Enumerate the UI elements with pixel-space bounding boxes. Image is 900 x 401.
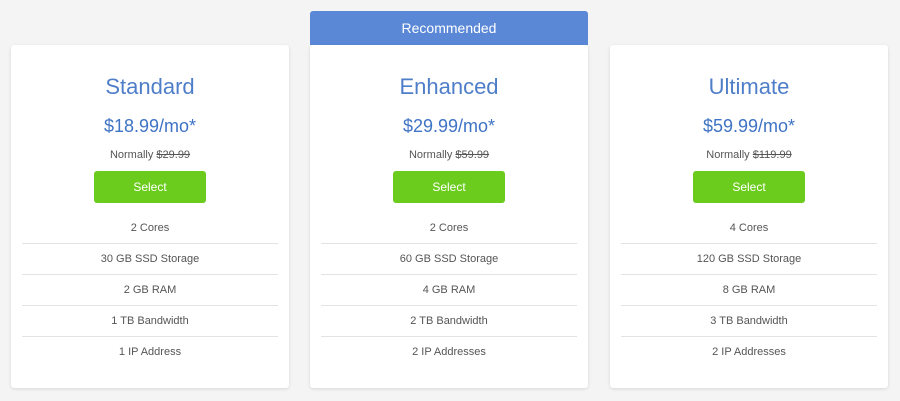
feature-item: 4 GB RAM [321, 275, 577, 306]
feature-item: 2 TB Bandwidth [321, 306, 577, 337]
feature-list: 2 Cores 60 GB SSD Storage 4 GB RAM 2 TB … [321, 213, 577, 368]
feature-item: 30 GB SSD Storage [22, 244, 278, 275]
original-price: $119.99 [752, 149, 792, 161]
plan-card-standard: Standard $18.99/mo* Normally $29.99 Sele… [11, 45, 289, 388]
feature-item: 8 GB RAM [621, 275, 877, 306]
feature-item: 2 IP Addresses [712, 346, 786, 358]
plan-name: Enhanced [399, 74, 499, 99]
feature-item: 1 IP Address [118, 346, 182, 358]
feature-item: 120 GB SSD Storage [621, 244, 877, 275]
feature-item: 2 GB RAM [22, 275, 278, 306]
feature-item: 3 TB Bandwidth [621, 306, 877, 337]
plan-price: $59.99/mo* [702, 116, 796, 136]
plan-name: Ultimate [708, 74, 790, 99]
normal-price-line: Normally $119.99 [610, 148, 888, 162]
select-ultimate-button[interactable]: Select [693, 171, 805, 203]
feature-item: 2 Cores [22, 213, 278, 244]
feature-item: 1 TB Bandwidth [22, 306, 278, 337]
plan-card-ultimate: Ultimate $59.99/mo* Normally $119.99 Sel… [610, 45, 888, 388]
normally-label: Normally [408, 149, 453, 161]
feature-item: 2 IP Addresses [412, 346, 486, 358]
original-price: $29.99 [156, 149, 191, 161]
select-enhanced-button[interactable]: Select [393, 171, 505, 203]
feature-list: 2 Cores 30 GB SSD Storage 2 GB RAM 1 TB … [22, 213, 278, 368]
normal-price-line: Normally $59.99 [310, 148, 588, 162]
feature-item: 2 Cores [321, 213, 577, 244]
normal-price-line: Normally $29.99 [11, 148, 289, 162]
normally-label: Normally [706, 149, 750, 161]
plan-card-enhanced: Enhanced $29.99/mo* Normally $59.99 Sele… [310, 45, 588, 388]
select-standard-button[interactable]: Select [94, 171, 206, 203]
normally-label: Normally [109, 149, 154, 161]
feature-item: 60 GB SSD Storage [321, 244, 577, 275]
plan-price: $18.99/mo* [103, 116, 197, 136]
original-price: $59.99 [455, 149, 490, 161]
plan-price: $29.99/mo* [402, 116, 496, 136]
feature-item: 4 Cores [621, 213, 877, 244]
recommended-banner: Recommended [310, 11, 588, 45]
pricing-plans: Recommended Standard $18.99/mo* Normally… [0, 0, 900, 401]
plan-name: Standard [105, 74, 195, 99]
feature-list: 4 Cores 120 GB SSD Storage 8 GB RAM 3 TB… [621, 213, 877, 368]
